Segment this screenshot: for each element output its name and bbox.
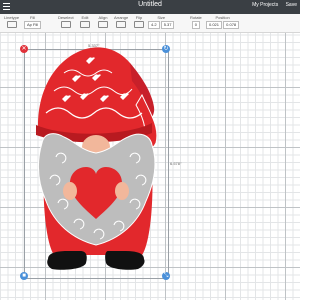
- linetype-label: Linetype: [4, 15, 20, 20]
- right-boot: [105, 251, 145, 270]
- position-tool: Position 0.021 0.078: [206, 15, 240, 29]
- left-boot: [47, 251, 87, 270]
- linetype-tool[interactable]: Linetype: [4, 15, 19, 28]
- fill-select[interactable]: Ap Fill: [24, 21, 42, 29]
- edit-label: Edit: [81, 15, 89, 20]
- position-y-input[interactable]: 0.078: [223, 21, 240, 29]
- edit-tool[interactable]: Edit: [80, 15, 90, 28]
- design-canvas[interactable]: 5.337" 6.578" ✕ ↻ ■ ⤡: [0, 33, 300, 300]
- close-icon: ✕: [21, 46, 27, 52]
- my-projects-link[interactable]: My Projects: [252, 2, 278, 8]
- arrange-label: Arrange: [114, 15, 129, 20]
- size-label: Size: [157, 15, 166, 20]
- resize-handle[interactable]: ⤡: [162, 272, 170, 280]
- size-tool: Size 4.2 5.37: [148, 15, 175, 29]
- left-hand: [63, 182, 77, 200]
- flip-icon: [134, 21, 144, 28]
- lock-handle[interactable]: ■: [20, 272, 28, 280]
- resize-icon: ⤡: [163, 273, 169, 279]
- align-icon: [98, 21, 108, 28]
- arrange-tool[interactable]: Arrange: [114, 15, 128, 28]
- rotate-label: Rotate: [190, 15, 202, 20]
- deselect-label: Deselect: [58, 15, 74, 20]
- deselect-tool[interactable]: Deselect: [58, 15, 74, 28]
- app-title-bar: Untitled My Projects Save: [0, 0, 300, 14]
- arrange-icon: [116, 21, 127, 28]
- edit-toolbar: Linetype Fill Ap Fill Deselect Edit Alig…: [0, 14, 300, 33]
- delete-handle[interactable]: ✕: [20, 45, 28, 53]
- edit-icon: [80, 21, 90, 28]
- right-hand: [115, 182, 129, 200]
- gnome-heart-design[interactable]: [24, 33, 169, 278]
- lock-icon: ■: [22, 273, 26, 279]
- height-dimension-label: 6.578": [170, 161, 182, 166]
- width-input[interactable]: 4.2: [148, 21, 160, 29]
- linetype-icon: [6, 21, 17, 28]
- rotate-icon: ↻: [163, 46, 169, 52]
- flip-label: Flip: [135, 15, 143, 20]
- rotate-handle[interactable]: ↻: [162, 45, 170, 53]
- height-input[interactable]: 5.37: [160, 21, 175, 29]
- fill-label: Fill: [30, 15, 36, 20]
- title-bar-actions: My Projects Save: [246, 2, 297, 8]
- align-label: Align: [98, 15, 108, 20]
- rotate-input[interactable]: 0: [191, 21, 201, 29]
- position-label: Position: [215, 15, 230, 20]
- position-x-input[interactable]: 0.021: [206, 21, 223, 29]
- deselect-icon: [60, 21, 71, 28]
- fill-tool[interactable]: Fill Ap Fill: [24, 15, 42, 29]
- rotate-tool: Rotate 0: [190, 15, 202, 29]
- align-tool[interactable]: Align: [98, 15, 108, 28]
- save-button[interactable]: Save: [286, 2, 297, 8]
- flip-tool[interactable]: Flip: [134, 15, 144, 28]
